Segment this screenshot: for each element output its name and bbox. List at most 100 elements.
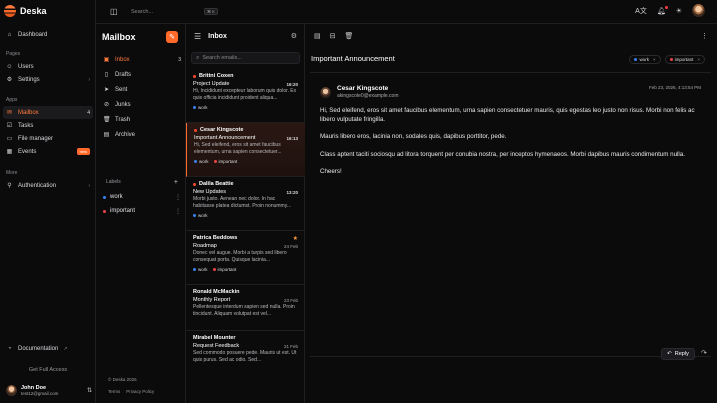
labels-list: work ⋮ important ⋮ <box>101 190 181 218</box>
folder-list: ▣ Inbox 3 ▯ Drafts ➤ Sent ⊘ Junks 🗑︎ Tra… <box>100 53 184 143</box>
junk-icon: ⊘ <box>103 102 110 108</box>
email-preview: Sed commodo posuere pede. Mauris ut est.… <box>193 350 297 363</box>
archive-icon[interactable]: ▤ <box>314 32 321 40</box>
menu-icon[interactable]: ☰ <box>194 32 201 41</box>
folder-inbox[interactable]: ▣ Inbox 3 <box>100 53 184 66</box>
tag-dot <box>193 214 196 217</box>
mailbox-panel: Mailbox ✎ ▣ Inbox 3 ▯ Drafts ➤ Sent ⊘ Ju… <box>96 24 186 403</box>
email-message: Cesar Kingscote akingscote0@example.com … <box>310 72 711 357</box>
folder-archive[interactable]: ▤ Archive <box>100 128 184 141</box>
sidebar-item-documentation[interactable]: ◔ Documentation ↗ <box>3 342 93 355</box>
nav-group-title: More <box>6 170 18 176</box>
body-paragraph: Mauris libero eros, lacinia non, sodales… <box>320 133 507 140</box>
nav-docs: ◔ Documentation ↗ <box>0 342 96 355</box>
avatar <box>320 86 331 98</box>
more-vertical-icon[interactable]: ⋮ <box>175 194 181 201</box>
email-subject: Request Feedback <box>193 343 240 349</box>
sidebar-item-users[interactable]: ☺ Users <box>3 60 93 73</box>
tag-dot <box>193 106 196 109</box>
email-item[interactable]: Brittni Coxen 16:20 Project Update Hi, I… <box>186 69 305 123</box>
sidebar-item-dashboard[interactable]: ⌂ Dashboard <box>3 28 93 41</box>
sidebar-item-events[interactable]: ▦ Events new <box>3 145 93 158</box>
footer-copyright: © Deska 2026 <box>108 377 137 382</box>
inbox-panel: ☰ Inbox ⚙ ⌕ Brittni Coxen 16:20 Project … <box>186 24 305 403</box>
sender-name: Mirabel Mounter <box>193 335 236 341</box>
email-item[interactable]: Ronald McMackin 23 Feb Monthly Report Pe… <box>186 285 305 331</box>
bell-icon[interactable]: 🔔︎ <box>657 5 668 15</box>
help-icon: ◔ <box>7 345 12 352</box>
edit-icon: ✎ <box>169 34 175 41</box>
nav-apps: Apps ✉ Mailbox 4 ☑ Tasks ▭ File manager … <box>0 97 96 158</box>
email-tags: work important <box>193 267 298 272</box>
chip-important: important × <box>664 55 705 64</box>
email-date: 13:20 <box>286 190 298 195</box>
gear-icon[interactable]: ⚙ <box>291 32 297 40</box>
email-preview: Hi, Incididunt excepteur laborum quis do… <box>193 88 297 101</box>
mail-icon: ✉ <box>6 110 13 116</box>
label-important[interactable]: important ⋮ <box>101 204 181 218</box>
switch-icon[interactable]: ⇅ <box>87 387 92 394</box>
email-item[interactable]: Cesar Kingscote 16:13 Important Announce… <box>186 123 305 177</box>
sidebar-item-authentication[interactable]: ⚲ Authentication › <box>3 179 93 192</box>
sidebar-item-label: Mailbox <box>18 109 39 116</box>
get-full-access-link[interactable]: Get Full Access <box>0 367 96 373</box>
body-paragraph: Hi, Sed eleifend, eros sit amet faucibus… <box>320 107 695 123</box>
nav-main: ⌂ Dashboard <box>0 28 96 41</box>
external-link-icon: ↗ <box>63 345 68 352</box>
folder-label: Trash <box>115 116 131 123</box>
email-item[interactable]: Dalila Beattie 13:20 New Updates Morbi j… <box>186 177 305 231</box>
email-item[interactable]: Patrica Beddows ★ 24 Feb Roadmap Donec v… <box>186 231 305 285</box>
app: { "app": {"name": "Deska"}, "topbar": {"… <box>0 0 717 403</box>
folder-label: Junks <box>115 101 131 108</box>
forward-icon[interactable]: ↷ <box>701 349 707 357</box>
email-search: ⌕ <box>191 52 300 64</box>
nav-more: More ⚲ Authentication › <box>0 170 96 192</box>
sidebar-item-label: Users <box>18 63 34 70</box>
unread-dot <box>193 182 196 186</box>
avatar[interactable] <box>692 4 705 17</box>
chip-label: work <box>639 57 649 62</box>
more-vertical-icon[interactable]: ⋮ <box>175 208 181 215</box>
user-profile[interactable]: John Doe test12@gmail.com ⇅ <box>6 385 92 396</box>
sender-name: Cesar Kingscote <box>200 127 244 133</box>
folder-junks[interactable]: ⊘ Junks <box>100 98 184 111</box>
trash-icon[interactable]: 🗑︎ <box>345 32 354 40</box>
home-icon: ⌂ <box>7 31 12 38</box>
email-item[interactable]: Mirabel Mounter 21 Feb Request Feedback … <box>186 331 305 377</box>
message-body: Hi, Sed eleifend, eros sit amet faucibus… <box>320 107 705 186</box>
chip-work: work × <box>629 55 661 64</box>
folder-drafts[interactable]: ▯ Drafts <box>100 68 184 81</box>
privacy-link[interactable]: Privacy Policy <box>126 389 154 394</box>
search-input[interactable] <box>202 55 293 61</box>
tag-dot <box>669 58 673 61</box>
email-sender: Ronald McMackin <box>193 289 298 295</box>
brand[interactable]: Deska <box>4 5 47 17</box>
sidebar-toggle-icon[interactable]: ◫ <box>110 7 118 16</box>
translate-icon[interactable]: A文 <box>635 6 647 16</box>
tag-name: important <box>218 159 238 164</box>
unread-dot <box>193 74 196 78</box>
sidebar-item-file-manager[interactable]: ▭ File manager <box>3 132 93 145</box>
label-work[interactable]: work ⋮ <box>101 190 181 204</box>
detail-toolbar: ▤ ⊟ 🗑︎ ⋮ <box>305 24 717 48</box>
close-icon[interactable]: × <box>697 57 700 62</box>
sidebar-item-tasks[interactable]: ☑ Tasks <box>3 119 93 132</box>
email-preview: Hi, Sed eleifend, eros sit amet faucibus… <box>194 142 282 155</box>
labels-title: Labels <box>106 179 121 185</box>
theme-sun-icon[interactable]: ☀ <box>676 7 682 15</box>
folder-sent[interactable]: ➤ Sent <box>100 83 184 96</box>
add-label-icon[interactable]: + <box>174 179 178 186</box>
folder-trash[interactable]: 🗑︎ Trash <box>100 113 184 126</box>
reply-button[interactable]: ↶ Reply <box>661 348 695 360</box>
search-shortcut: ⌘ K <box>204 8 218 15</box>
tag-work: work <box>193 267 208 272</box>
compose-button[interactable]: ✎ <box>166 31 178 43</box>
terms-link[interactable]: Terms <box>108 389 120 394</box>
sidebar-item-mailbox[interactable]: ✉ Mailbox 4 <box>3 106 93 119</box>
sidebar-item-settings[interactable]: ⚙ Settings › <box>3 73 93 86</box>
star-icon[interactable]: ★ <box>293 235 298 242</box>
email-preview: Donec vel augue. Morbi a turpis sed libe… <box>193 250 287 263</box>
more-vertical-icon[interactable]: ⋮ <box>701 32 708 40</box>
move-to-junk-icon[interactable]: ⊟ <box>330 32 336 40</box>
close-icon[interactable]: × <box>653 57 656 62</box>
